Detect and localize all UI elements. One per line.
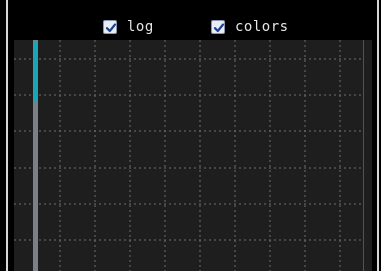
frame-left-border <box>6 0 8 271</box>
checkmark-icon <box>213 23 225 33</box>
horizontal-gridlines <box>14 58 362 241</box>
checkmark-icon <box>105 23 117 33</box>
log-checkbox[interactable] <box>103 20 117 34</box>
vertical-gridlines <box>59 40 341 271</box>
colors-label: colors <box>235 19 289 35</box>
right-edge-marker <box>363 40 364 271</box>
graph-window: log colors <box>0 0 381 271</box>
data-bar <box>34 42 38 102</box>
plot-area[interactable] <box>14 40 372 271</box>
plot-grid <box>14 40 362 271</box>
colors-checkbox-control[interactable]: colors <box>211 17 289 37</box>
frame-right-border <box>377 0 379 271</box>
colors-checkbox[interactable] <box>211 20 225 34</box>
log-label: log <box>127 19 154 35</box>
plot-toolbar: log colors <box>8 0 377 40</box>
log-checkbox-control[interactable]: log <box>103 17 154 37</box>
